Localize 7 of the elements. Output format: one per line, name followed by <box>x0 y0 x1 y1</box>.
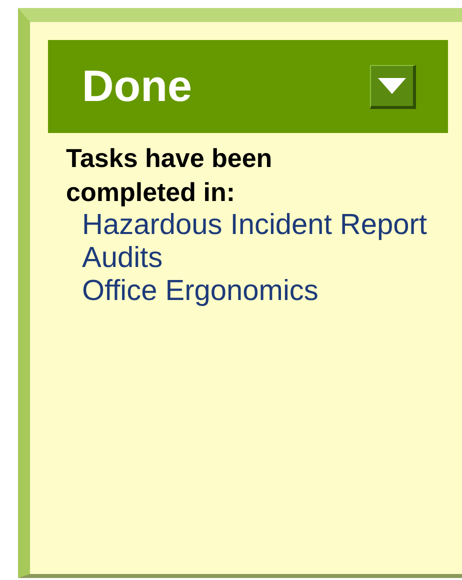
task-link[interactable]: Audits <box>82 242 163 275</box>
caret-icon <box>378 78 406 94</box>
task-link[interactable]: Office Ergonomics <box>82 275 318 308</box>
task-link[interactable]: Hazardous Incident Report <box>82 209 427 242</box>
panel-title: Done <box>82 64 192 108</box>
description: Tasks have been completed in: <box>66 142 274 209</box>
dropdown-button[interactable] <box>370 64 416 108</box>
